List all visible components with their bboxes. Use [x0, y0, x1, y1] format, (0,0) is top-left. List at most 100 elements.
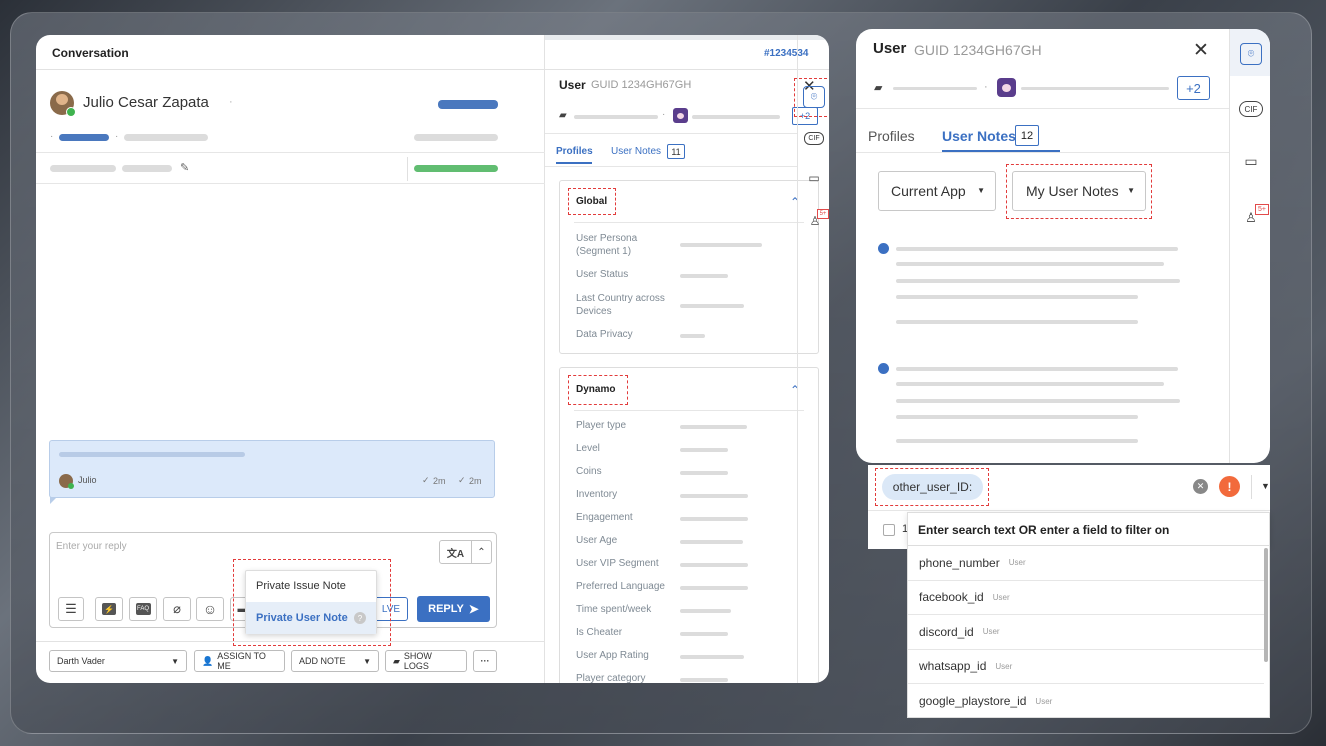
pencil-icon[interactable]: ✎	[180, 161, 189, 174]
row-label: Player type	[576, 420, 627, 431]
badge-count: 5+	[817, 209, 829, 219]
highlight-box	[233, 559, 391, 646]
global-section: Global ⌃ User Persona (Segment 1) User S…	[559, 180, 819, 354]
side-rail: ⌾ CIF ▭ ♙ 5+	[794, 35, 829, 683]
dynamo-section: Dynamo ⌃ Player type Level Coins Invento…	[559, 367, 819, 683]
devices-icon[interactable]: ▭	[805, 171, 823, 185]
search-hint-bar: Enter search text OR enter a field to fi…	[907, 512, 1270, 546]
placeholder-bar	[438, 100, 498, 109]
list-item[interactable]: facebook_id User	[908, 581, 1264, 615]
highlight-box	[568, 375, 628, 405]
lightning-icon: ⚡	[102, 603, 116, 615]
caret-down-icon: ▼	[171, 656, 179, 666]
conversation-title: Conversation	[52, 46, 129, 60]
row-checkbox[interactable]	[883, 524, 895, 536]
status-bar	[414, 165, 498, 172]
list-item[interactable]: phone_number User	[908, 546, 1264, 581]
briefcase-icon: ▰	[393, 655, 400, 666]
person-icon: 👤	[202, 655, 214, 666]
row-label: Inventory	[576, 489, 618, 500]
row-label: Level	[576, 443, 600, 454]
row-label: Time spent/week	[576, 604, 652, 615]
highlight-box	[1006, 164, 1152, 219]
placeholder-bar	[59, 134, 109, 141]
more-icon[interactable]: ···	[473, 650, 497, 672]
reply-button[interactable]: REPLY ➤	[417, 596, 490, 622]
field-suggestion-list: phone_number User facebook_id User discord…	[907, 546, 1270, 718]
notes-count-badge: 12	[1015, 125, 1039, 146]
user-guid: GUID 1234GH67GH	[591, 79, 692, 91]
template-icon[interactable]: ☰	[58, 597, 84, 621]
show-logs-button[interactable]: ▰ SHOW LOGS	[385, 650, 467, 672]
online-status-icon	[66, 107, 76, 117]
send-icon: ➤	[468, 602, 479, 616]
user-label: User	[873, 40, 907, 57]
row-label: User VIP Segment	[576, 558, 659, 569]
placeholder-bar	[122, 165, 172, 172]
app-filter-dropdown[interactable]: Current App ▼	[878, 171, 996, 211]
search-hint: Enter search text OR enter a field to fi…	[918, 523, 1170, 537]
separator-dot: ·	[229, 96, 233, 108]
user-avatar-icon	[997, 78, 1016, 97]
row-label: Engagement	[576, 512, 633, 523]
add-note-button[interactable]: ADD NOTE ▼	[291, 650, 379, 672]
faq-icon: FAQ	[135, 603, 151, 615]
cif-icon[interactable]: CIF	[804, 132, 824, 145]
user-notes-zoom-card: User GUID 1234GH67GH ✕ ▰ · +2 Profiles U…	[856, 29, 1270, 463]
briefcase-icon: ▰	[874, 82, 883, 94]
message-time: 2m	[433, 476, 446, 486]
user-profile-icon[interactable]: ⌾	[1240, 43, 1262, 65]
note-bullet-icon	[878, 243, 889, 254]
scrollbar[interactable]	[1264, 548, 1268, 662]
attachment-icon[interactable]: ⌀	[163, 597, 191, 621]
note-bullet-icon	[878, 363, 889, 374]
tab-profiles[interactable]: Profiles	[556, 146, 593, 157]
plus-count-badge[interactable]: +2	[1177, 76, 1210, 100]
message-bubble: Julio ✓ 2m ✓ 2m	[49, 440, 495, 504]
reply-label: REPLY	[428, 603, 464, 615]
row-label: User Persona (Segment 1)	[576, 233, 638, 257]
caret-down-icon[interactable]: ▼	[1261, 481, 1270, 491]
highlight-box	[875, 468, 989, 506]
avatar	[59, 474, 74, 489]
assign-to-me-button[interactable]: 👤 ASSIGN TO ME	[194, 650, 285, 672]
notes-count-badge: 11	[667, 144, 685, 159]
translate-icon[interactable]: 文A	[439, 540, 472, 564]
clear-icon[interactable]: ✕	[1193, 479, 1208, 494]
row-label: User Age	[576, 535, 618, 546]
user-profile-icon[interactable]: ⌾	[803, 86, 825, 108]
user-name: Julio Cesar Zapata	[83, 94, 209, 111]
tab-profiles[interactable]: Profiles	[868, 128, 915, 144]
chevron-up-icon[interactable]: ⌃	[471, 540, 492, 564]
tab-user-notes[interactable]: User Notes	[611, 146, 661, 157]
user-label: User	[559, 78, 586, 92]
row-label: Coins	[576, 466, 602, 477]
side-rail: ⌾ CIF ▭ ♙ 5+	[1229, 29, 1270, 463]
row-label: Data Privacy	[576, 329, 633, 340]
assignee-select[interactable]: Darth Vader ▼	[49, 650, 187, 672]
devices-icon[interactable]: ▭	[1241, 153, 1261, 169]
briefcase-icon: ▰	[559, 110, 567, 121]
avatar[interactable]	[50, 91, 76, 117]
list-item[interactable]: discord_id User	[908, 615, 1264, 650]
conversation-pane: Conversation Julio Cesar Zapata · · · ✎ …	[36, 35, 829, 683]
list-item[interactable]: whatsapp_id User	[908, 650, 1264, 684]
row-label: Player category	[576, 673, 646, 683]
user-avatar-icon	[673, 108, 688, 123]
faq-button[interactable]: FAQ	[129, 597, 157, 621]
list-item[interactable]: google_playstore_id User	[908, 684, 1264, 719]
reply-placeholder: Enter your reply	[56, 541, 127, 552]
placeholder-bar	[50, 165, 116, 172]
caret-down-icon: ▼	[977, 186, 985, 195]
check-icon: ✓	[422, 475, 430, 485]
message-time: 2m	[469, 476, 482, 486]
row-label: User App Rating	[576, 650, 649, 661]
macro-button[interactable]: ⚡	[95, 597, 123, 621]
row-label: Is Cheater	[576, 627, 623, 638]
close-icon[interactable]: ✕	[1193, 39, 1209, 62]
cif-icon[interactable]: CIF	[1239, 101, 1263, 117]
highlight-box	[568, 188, 616, 215]
check-icon: ✓	[458, 475, 466, 485]
tab-user-notes[interactable]: User Notes	[942, 128, 1016, 144]
emoji-icon[interactable]: ☺	[196, 597, 224, 621]
